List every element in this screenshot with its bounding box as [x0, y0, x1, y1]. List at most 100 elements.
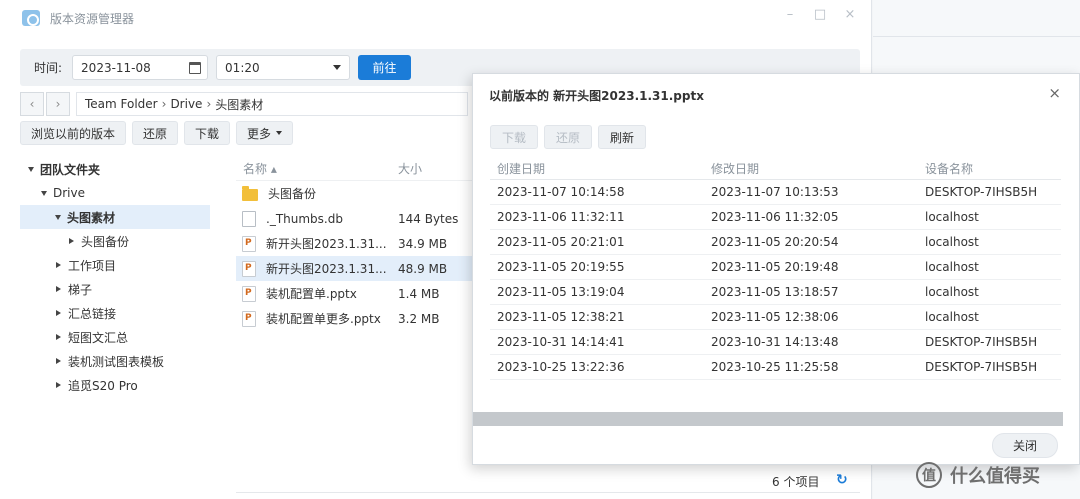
table-row[interactable]: 2023-11-05 20:21:01 2023-11-05 20:20:54 …: [490, 230, 1061, 255]
column-header-device[interactable]: 设备名称: [918, 160, 1061, 177]
close-button[interactable]: 关闭: [992, 433, 1058, 458]
file-row-selected[interactable]: 新开头图2023.1.31... 48.9 MB: [236, 256, 476, 281]
back-button[interactable]: ‹: [20, 92, 44, 116]
maximize-icon[interactable]: □: [813, 8, 827, 22]
time-value: 01:20: [225, 60, 260, 75]
expand-arrow-icon[interactable]: [56, 382, 61, 388]
file-name: 新开头图2023.1.31...: [266, 262, 387, 276]
created-date: 2023-11-05 12:38:21: [497, 310, 625, 324]
restore-button[interactable]: 还原: [132, 121, 179, 145]
modified-date: 2023-10-25 11:25:58: [711, 360, 839, 374]
chevron-down-icon: [276, 131, 283, 135]
modified-date: 2023-10-31 14:13:48: [711, 335, 839, 349]
file-size: 144 Bytes: [398, 211, 459, 226]
tree-item-team-folder[interactable]: 团队文件夹: [20, 157, 210, 181]
tree-item-label: 梯子: [68, 282, 93, 297]
close-icon[interactable]: ×: [843, 8, 857, 22]
column-header-modified[interactable]: 修改日期: [704, 160, 918, 177]
horizontal-scrollbar[interactable]: [473, 412, 1063, 426]
go-button[interactable]: 前往: [358, 55, 412, 80]
table-row[interactable]: 2023-11-05 13:19:04 2023-11-05 13:18:57 …: [490, 280, 1061, 305]
expand-arrow-icon[interactable]: [28, 166, 34, 172]
created-date: 2023-11-05 13:19:04: [497, 285, 625, 299]
device-name: DESKTOP-7IHSB5H: [925, 185, 1038, 199]
breadcrumb-separator: ›: [206, 97, 212, 111]
tree-item-label: 头图备份: [81, 234, 130, 249]
tree-item-label: 工作项目: [68, 258, 117, 273]
pptx-file-icon: [242, 260, 256, 277]
window-title: 版本资源管理器: [50, 11, 135, 26]
file-row[interactable]: 新开头图2023.1.31... 34.9 MB: [236, 231, 476, 256]
dialog-toolbar: 下载 还原 刷新: [490, 125, 647, 149]
restore-button[interactable]: 还原: [544, 125, 593, 149]
expand-arrow-icon[interactable]: [41, 190, 47, 196]
breadcrumb-item-current[interactable]: 头图素材: [215, 96, 263, 113]
previous-versions-dialog: 以前版本的 新开头图2023.1.31.pptx × 下载 还原 刷新 创建日期…: [472, 73, 1080, 465]
device-name: localhost: [925, 285, 979, 299]
file-name: 装机配置单.pptx: [266, 287, 357, 301]
nav-bar: ‹ › Team Folder › Drive › 头图素材: [20, 92, 468, 116]
file-name: 新开头图2023.1.31...: [266, 237, 387, 251]
tree-item-label: 装机测试图表模板: [68, 354, 165, 369]
tree-item[interactable]: 汇总链接: [20, 301, 210, 325]
calendar-icon[interactable]: [189, 61, 202, 74]
tree-item-label: 头图素材: [67, 210, 116, 225]
table-row[interactable]: 2023-11-05 20:19:55 2023-11-05 20:19:48 …: [490, 255, 1061, 280]
column-header-name[interactable]: 名称 ▴: [236, 160, 398, 177]
tree-item-selected[interactable]: 头图素材: [20, 205, 210, 229]
pptx-file-icon: [242, 310, 256, 327]
tree-item[interactable]: 短图文汇总: [20, 325, 210, 349]
expand-arrow-icon[interactable]: [69, 238, 74, 244]
close-icon[interactable]: ×: [1048, 84, 1061, 102]
file-size: 3.2 MB: [398, 311, 440, 326]
breadcrumb-item-drive[interactable]: Drive: [170, 97, 202, 111]
tree-item[interactable]: 工作项目: [20, 253, 210, 277]
tree-item-drive[interactable]: Drive: [20, 181, 210, 205]
browse-versions-button[interactable]: 浏览以前的版本: [20, 121, 127, 145]
file-row[interactable]: 头图备份: [236, 181, 476, 206]
minimize-icon[interactable]: –: [783, 8, 797, 22]
file-row[interactable]: 装机配置单更多.pptx 3.2 MB: [236, 306, 476, 331]
breadcrumb-item-team-folder[interactable]: Team Folder: [85, 97, 158, 111]
title-bar: 版本资源管理器 – □ ×: [0, 0, 871, 36]
table-row[interactable]: 2023-11-06 11:32:11 2023-11-06 11:32:05 …: [490, 205, 1061, 230]
tree-item-child[interactable]: 头图备份: [20, 229, 210, 253]
time-select[interactable]: 01:20: [216, 55, 351, 80]
refresh-button[interactable]: 刷新: [598, 125, 647, 149]
watermark-text: 什么值得买: [950, 466, 1040, 487]
forward-button[interactable]: ›: [46, 92, 70, 116]
more-button[interactable]: 更多: [236, 121, 294, 145]
expand-arrow-icon[interactable]: [55, 214, 61, 220]
expand-arrow-icon[interactable]: [56, 262, 61, 268]
expand-arrow-icon[interactable]: [56, 358, 61, 364]
file-name: ._Thumbs.db: [266, 211, 343, 226]
tree-item[interactable]: 追觅S20 Pro: [20, 373, 210, 397]
device-name: localhost: [925, 235, 979, 249]
file-row[interactable]: ._Thumbs.db 144 Bytes: [236, 206, 476, 231]
tree-item[interactable]: 梯子: [20, 277, 210, 301]
date-picker[interactable]: 2023-11-08: [72, 55, 209, 80]
download-button[interactable]: 下载: [184, 121, 231, 145]
watermark-badge: 值: [916, 462, 942, 488]
expand-arrow-icon[interactable]: [56, 334, 61, 340]
pptx-file-icon: [242, 285, 256, 302]
file-row[interactable]: 装机配置单.pptx 1.4 MB: [236, 281, 476, 306]
modified-date: 2023-11-07 10:13:53: [711, 185, 839, 199]
time-label: 时间:: [34, 61, 63, 75]
table-row[interactable]: 2023-10-31 14:14:41 2023-10-31 14:13:48 …: [490, 330, 1061, 355]
toolbar: 浏览以前的版本 还原 下载 更多: [20, 121, 294, 145]
created-date: 2023-11-05 20:19:55: [497, 260, 625, 274]
column-header-size[interactable]: 大小: [398, 160, 476, 177]
table-row[interactable]: 2023-11-07 10:14:58 2023-11-07 10:13:53 …: [490, 180, 1061, 205]
tree-item-label: 汇总链接: [68, 306, 117, 321]
refresh-icon[interactable]: ↻: [836, 472, 848, 488]
column-header-created[interactable]: 创建日期: [490, 160, 704, 177]
expand-arrow-icon[interactable]: [56, 310, 61, 316]
expand-arrow-icon[interactable]: [56, 286, 61, 292]
app-icon: [22, 10, 40, 26]
table-row[interactable]: 2023-10-25 13:22:36 2023-10-25 11:25:58 …: [490, 355, 1061, 380]
table-row[interactable]: 2023-11-05 12:38:21 2023-11-05 12:38:06 …: [490, 305, 1061, 330]
download-button[interactable]: 下载: [490, 125, 539, 149]
file-list-header: 名称 ▴ 大小: [236, 157, 476, 181]
tree-item[interactable]: 装机测试图表模板: [20, 349, 210, 373]
